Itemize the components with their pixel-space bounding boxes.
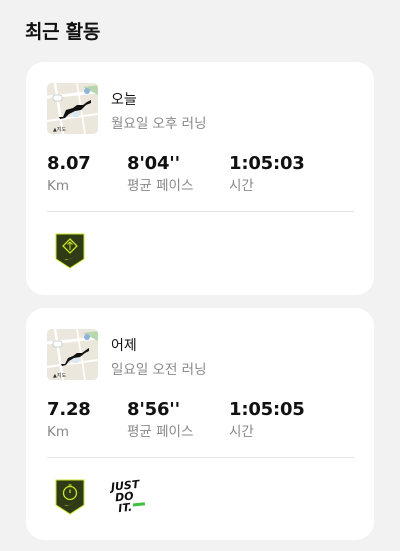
activity-card-yesterday[interactable]: ▲지도 어제 일요일 오전 러닝 7.28 Km 8'56'' 평균 페이스 1… — [26, 308, 374, 540]
stat-distance-value: 7.28 — [47, 399, 91, 420]
route-map-thumbnail: ▲지도 — [47, 329, 98, 380]
route-map-thumbnail: ▲지도 — [47, 83, 98, 134]
svg-text:▲지도: ▲지도 — [53, 372, 66, 379]
stat-pace: 8'04'' 평균 페이스 — [127, 153, 193, 196]
stat-time: 1:05:05 시간 — [229, 399, 305, 442]
svg-text:▲지도: ▲지도 — [53, 126, 66, 133]
recent-activity-screen: 최근 활동 ▲지도 오늘 월요일 오후 러닝 8.07 Km 8'04'' 평균… — [0, 0, 400, 551]
activity-day: 어제 — [111, 338, 137, 354]
stat-pace-label: 평균 페이스 — [127, 178, 194, 194]
stat-distance: 7.28 Km — [47, 399, 91, 442]
stat-distance-label: Km — [47, 424, 70, 440]
stat-time-label: 시간 — [229, 424, 254, 440]
stopwatch-shield-badge-icon[interactable] — [55, 479, 85, 515]
svg-text:IT.: IT. — [118, 501, 133, 515]
just-do-it-badge-icon[interactable]: JUST DO IT. — [110, 477, 146, 515]
stat-distance-label: Km — [47, 178, 70, 194]
stat-pace-value: 8'56'' — [127, 399, 180, 420]
stat-time-value: 1:05:05 — [229, 399, 305, 420]
section-title: 최근 활동 — [25, 21, 101, 43]
stat-pace-label: 평균 페이스 — [127, 424, 194, 440]
activity-subtitle: 일요일 오전 러닝 — [111, 362, 207, 378]
card-divider — [47, 211, 354, 212]
stat-distance-value: 8.07 — [47, 153, 91, 174]
activity-card-today[interactable]: ▲지도 오늘 월요일 오후 러닝 8.07 Km 8'04'' 평균 페이스 1… — [26, 62, 374, 295]
stat-pace-value: 8'04'' — [127, 153, 180, 174]
activity-subtitle: 월요일 오후 러닝 — [111, 116, 207, 132]
card-divider — [47, 457, 354, 458]
activity-day: 오늘 — [111, 92, 137, 108]
diamond-shield-badge-icon[interactable] — [55, 233, 85, 269]
stat-time: 1:05:03 시간 — [229, 153, 305, 196]
stat-time-label: 시간 — [229, 178, 254, 194]
stat-distance: 8.07 Km — [47, 153, 91, 196]
stat-pace: 8'56'' 평균 페이스 — [127, 399, 193, 442]
stat-time-value: 1:05:03 — [229, 153, 305, 174]
